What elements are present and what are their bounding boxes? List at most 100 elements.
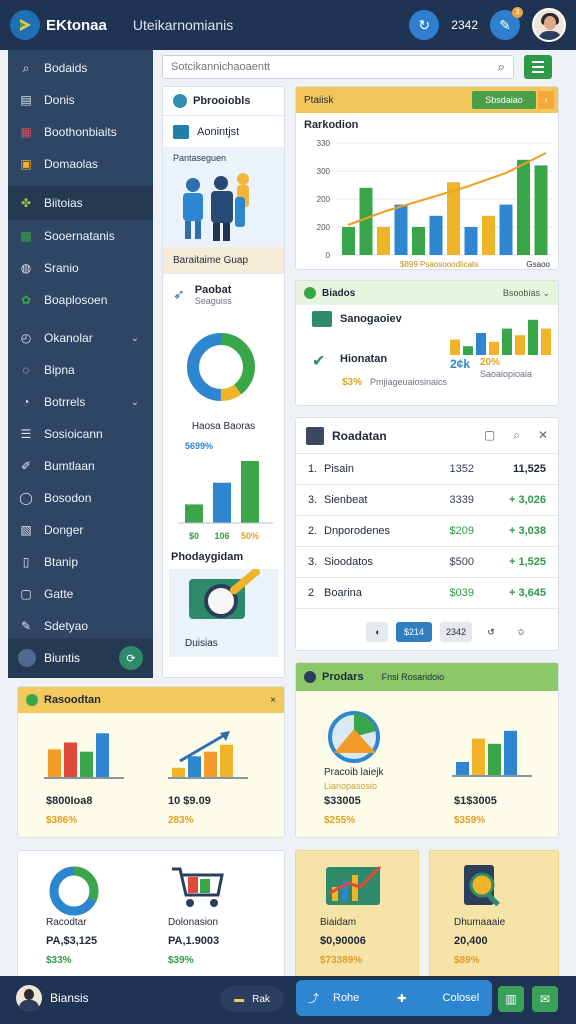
bottom-user[interactable]: Biansis: [16, 985, 89, 1011]
home-icon[interactable]: ⤴: [308, 990, 319, 1006]
summary-bar: [204, 751, 217, 777]
products-header: Prodars Fnsi Rosaridoio: [296, 663, 558, 691]
sidebar-item-label: Sdetyao: [44, 619, 89, 633]
sync-icon[interactable]: ⟳: [119, 646, 143, 670]
sidebar-item-2[interactable]: ▦ Boothonbiaits: [8, 116, 153, 148]
prev-page-button[interactable]: ◖: [366, 622, 388, 642]
status-icon: [304, 287, 316, 299]
table-header: Roadatan ▢ ⌕ ✕: [296, 418, 558, 454]
next-page-button[interactable]: 2342: [440, 622, 473, 642]
table-title: Roadatan: [332, 428, 387, 443]
chevron-down-icon[interactable]: ⌄: [131, 333, 139, 344]
settings-icon: ✿: [20, 293, 32, 307]
sidebar-item-4[interactable]: ✤ Biitoias: [8, 186, 153, 220]
close-icon[interactable]: ✕: [538, 428, 548, 443]
sidebar-item-13[interactable]: ◯ Bosodon: [8, 482, 153, 514]
search-icon[interactable]: ⌕: [513, 428, 520, 443]
sidebar-item-3[interactable]: ▣ Domaolas: [8, 148, 153, 180]
current-page-button[interactable]: $214: [396, 622, 432, 642]
plus-icon[interactable]: ✚: [397, 992, 406, 1005]
user-avatar[interactable]: [532, 8, 566, 42]
stats-value: 2¢k: [450, 357, 471, 371]
filter-button[interactable]: Sbsdaiao: [472, 91, 536, 109]
left-card-row[interactable]: Aonintjst: [163, 115, 284, 147]
close-icon[interactable]: ×: [270, 695, 276, 706]
globe-icon: ◯: [19, 491, 33, 505]
activity-button[interactable]: ✎ 3: [490, 7, 523, 40]
sidebar-item-5[interactable]: ▩ Sooernatanis: [8, 220, 153, 252]
user-icon: [18, 649, 36, 667]
user-icon: [306, 426, 324, 445]
pencil-icon: ✐: [20, 459, 32, 473]
stats-row2: Hionatan: [340, 353, 388, 365]
sidebar-item-label: Domaolas: [44, 157, 99, 171]
table-cell-name: Dnporodenes: [324, 525, 391, 537]
table-cell-v2: + 3,645: [508, 587, 546, 599]
sidebar-item-1[interactable]: ▤ Donis: [8, 84, 153, 116]
list-icon: ☰: [20, 427, 32, 441]
chevron-down-icon[interactable]: ⌄: [131, 397, 139, 408]
sidebar-item-16[interactable]: ▢ Gatte: [8, 578, 153, 610]
table-cell-n: 2.: [308, 525, 318, 537]
sidebar-item-8[interactable]: ◴ Okanolar ⌄: [8, 322, 153, 354]
chart-footer-right: Gsaoo: [526, 260, 550, 269]
kpi-left-value: PA,$3,125: [46, 935, 98, 947]
sidebar-footer[interactable]: Biuntis ⟳: [8, 638, 153, 678]
sidebar-item-6[interactable]: ◍ Sranio: [8, 252, 153, 284]
donut-caption: Haosa Baoras: [191, 421, 256, 432]
stats-dropdown[interactable]: Bsoobias ⌄: [503, 288, 550, 299]
sidebar-item-label: Bipna: [44, 363, 75, 377]
sidebar-item-14[interactable]: ▧ Donger: [8, 514, 153, 546]
logo-icon[interactable]: [10, 10, 40, 40]
balance-button[interactable]: ▬ Rak: [220, 986, 284, 1012]
product-row[interactable]: ➶ Paobat Seaguiss: [163, 273, 284, 315]
chart-bar: [359, 187, 373, 255]
summary-right-value: 10 $9.09: [168, 795, 211, 807]
sidebar-item-9[interactable]: ◌ Bipna: [8, 354, 153, 386]
expand-icon[interactable]: ▢: [484, 428, 495, 443]
summary-right-pct: 283%: [168, 815, 194, 826]
stats-value2: 20%: [480, 357, 501, 368]
sidebar-item-label: Bodaids: [44, 61, 88, 75]
sidebar: ⌕ Bodaids ▤ Donis ▦ Boothonbiaits ▣ Domaolas ✤ Bi…: [8, 50, 153, 678]
book-icon[interactable]: ▥: [498, 986, 524, 1012]
refresh-button[interactable]: ↻: [409, 10, 440, 40]
bookmark-icon: ▯: [22, 555, 30, 569]
revenue-chart-panel: Ptaiisk Sbsdaiao › Rarkodion 330 300 200 20…: [295, 86, 559, 270]
sidebar-item-7[interactable]: ✿ Boaplosoen: [8, 284, 153, 316]
search-icon[interactable]: ⌕: [498, 59, 505, 75]
notification-count: 2342: [451, 18, 478, 32]
menu-button[interactable]: [524, 55, 552, 79]
left-column-card: Pbrooiobls Aonintjst Pantaseguen Baraita…: [162, 86, 285, 678]
chevron-right-icon[interactable]: ›: [538, 91, 554, 109]
mini-chart-bar-label: 106: [214, 531, 229, 541]
chat-icon[interactable]: ✉: [532, 986, 558, 1012]
action-label-2[interactable]: Colosel: [443, 992, 480, 1004]
refresh-icon[interactable]: ↺: [480, 622, 502, 642]
sidebar-item-0[interactable]: ⌕ Bodaids: [8, 52, 153, 84]
action-label-1[interactable]: Rohe: [333, 992, 359, 1004]
table-cell-v2: + 3,038: [508, 525, 546, 537]
table-row[interactable]: 3. Sioodatos $500 + 1,525: [296, 547, 558, 578]
table-row[interactable]: 2 Boarina $039 + 3,645: [296, 578, 558, 609]
chart-footer-left: $899 Psaosooodlicats: [400, 260, 478, 269]
table-cell-n: 3.: [308, 494, 318, 506]
stats-caption: Pmjiageuaiosinaics: [370, 377, 448, 387]
mini-chart-bar-label: $0: [189, 531, 199, 541]
growth-label: Biaidam: [320, 917, 357, 928]
summary-bar: [472, 738, 485, 775]
mini-bar: [515, 335, 525, 355]
pin-icon[interactable]: ✩: [510, 622, 532, 642]
sidebar-item-12[interactable]: ✐ Bumtlaan: [8, 450, 153, 482]
products-title: Prodars: [322, 671, 364, 683]
sidebar-item-11[interactable]: ☰ Sosioicann: [8, 418, 153, 450]
sidebar-item-10[interactable]: ◔ Botrrels ⌄: [8, 386, 153, 418]
chart-bar: [342, 227, 355, 255]
sidebar-item-label: Okanolar: [44, 331, 93, 345]
table-row[interactable]: 2. Dnporodenes $209 + 3,038: [296, 516, 558, 547]
table-row[interactable]: 3. Sienbeat 3339 + 3,026: [296, 485, 558, 516]
table-row[interactable]: 1. Pisain 1352 11,525: [296, 454, 558, 485]
sidebar-item-15[interactable]: ▯ Btanip: [8, 546, 153, 578]
search-input[interactable]: [171, 61, 498, 73]
table-cell-v1: 3339: [449, 494, 474, 506]
